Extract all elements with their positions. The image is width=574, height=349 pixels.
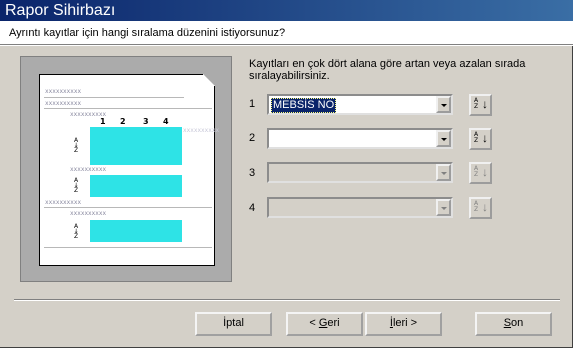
chevron-down-icon[interactable]: [436, 96, 451, 113]
divider: [44, 108, 212, 109]
column-number: 1: [100, 117, 106, 126]
sort-order-3-button[interactable]: A Z ↓: [469, 162, 492, 184]
report-preview-page: xxxxxxxxxx xxxxxxxxxx xxxxxxxxxx 1 2 3 4…: [39, 74, 219, 266]
report-wizard-window: Rapor Sihirbazı Ayrıntı kayıtlar için ha…: [0, 0, 573, 348]
instructions-text: Kayıtları en çok dört alana göre artan v…: [249, 58, 526, 82]
sort-row-number: 4: [249, 202, 256, 214]
column-number: 3: [143, 117, 149, 126]
chevron-down-icon[interactable]: [436, 130, 451, 147]
back-button[interactable]: < Geri: [286, 312, 363, 336]
divider: [0, 44, 573, 46]
divider: [44, 97, 184, 98]
sort-preview-panel: xxxxxxxxxx xxxxxxxxxx xxxxxxxxxx 1 2 3 4…: [20, 56, 232, 282]
column-number: 2: [120, 117, 126, 126]
sort-ascending-icon: AZ: [474, 131, 479, 144]
sort-field-3-combobox[interactable]: [267, 162, 453, 183]
detail-block-sorted: [90, 127, 182, 165]
sort-ascending-icon: AZ: [474, 200, 479, 213]
sort-az-icon: A ↓ Z: [73, 223, 79, 240]
subgroup-header-placeholder: xxxxxxxxxx: [70, 210, 107, 217]
divider: [44, 207, 212, 208]
wizard-question: Ayrıntı kayıtlar için hangi sıralama düz…: [0, 21, 573, 44]
sort-order-1-button[interactable]: A Z ↓: [469, 94, 492, 116]
sort-field-2-combobox[interactable]: [267, 128, 453, 149]
detail-block-sorted: [90, 220, 182, 242]
sort-az-icon: A ↓ Z: [73, 177, 79, 194]
chevron-down-icon[interactable]: [436, 164, 451, 181]
divider: [44, 247, 212, 248]
sort-row-number: 1: [249, 98, 256, 110]
sort-ascending-icon: AZ: [474, 165, 479, 178]
sort-order-4-button[interactable]: A Z ↓: [469, 197, 492, 219]
chevron-down-icon[interactable]: [436, 199, 451, 216]
sort-row-number: 3: [249, 167, 256, 179]
group-header-placeholder: xxxxxxxxxx: [45, 199, 82, 206]
sort-az-icon: A ↓ Z: [73, 137, 79, 154]
detail-placeholder: xxxxxxxxxx: [183, 127, 220, 134]
sort-order-2-button[interactable]: A Z ↓: [469, 128, 492, 150]
column-number: 4: [163, 117, 169, 126]
cancel-button[interactable]: İptal: [195, 312, 272, 336]
sort-field-1-value: MEBSİS NO: [271, 98, 337, 113]
sort-field-4-combobox[interactable]: [267, 197, 453, 218]
sort-row-number: 2: [249, 132, 256, 144]
sort-field-1-combobox[interactable]: MEBSİS NO: [267, 94, 453, 115]
window-title: Rapor Sihirbazı: [0, 0, 573, 21]
detail-block-sorted: [90, 175, 182, 197]
next-button[interactable]: İleri >: [365, 312, 442, 336]
report-title-placeholder: xxxxxxxxxx: [45, 88, 82, 95]
page-fold: [203, 74, 215, 86]
divider: [14, 299, 560, 301]
subgroup-header-placeholder: xxxxxxxxxx: [70, 166, 107, 173]
sort-ascending-icon: AZ: [474, 97, 479, 110]
group-header-placeholder: xxxxxxxxxx: [45, 100, 82, 107]
finish-button[interactable]: Son: [475, 312, 552, 336]
